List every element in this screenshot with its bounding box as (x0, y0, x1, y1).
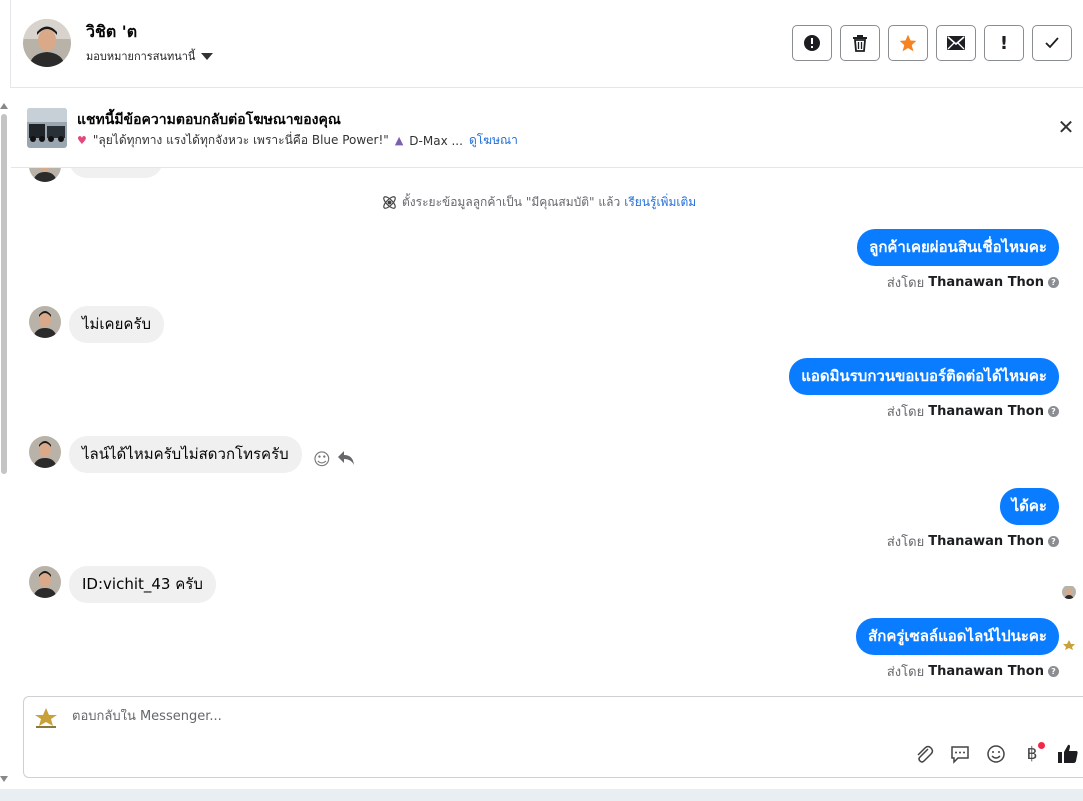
exclamation-icon: ! (999, 32, 1009, 54)
view-ad-link[interactable]: ดูโฆษณา (469, 131, 518, 150)
payment-icon[interactable]: ฿ (1021, 742, 1045, 765)
sent-by-agent: Thanawan Thon (928, 664, 1044, 679)
message-bubble-incoming[interactable] (69, 168, 163, 178)
atom-icon (383, 196, 396, 209)
message-bubble-outgoing[interactable]: สักครู่เซลล์แอดไลน์ไปนะคะ (856, 618, 1059, 655)
header-actions: ! (792, 25, 1072, 61)
message-bubble-outgoing[interactable]: ลูกค้าเคยผ่อนสินเชื่อไหมคะ (857, 229, 1059, 266)
mark-done-button[interactable] (1032, 25, 1072, 61)
sent-by-label: ส่งโดย Thanawan Thon ? (887, 661, 1059, 682)
bottom-strip (0, 789, 1083, 801)
sent-by-label: ส่งโดย Thanawan Thon ? (887, 401, 1059, 422)
message-bubble-outgoing[interactable]: แอดมินรบกวนขอเบอร์ติดต่อได้ไหมคะ (789, 358, 1059, 395)
ad-thumbnail[interactable] (27, 108, 67, 148)
mark-unread-button[interactable] (936, 25, 976, 61)
sent-by-agent: Thanawan Thon (928, 404, 1044, 419)
contact-avatar-small (29, 168, 61, 182)
contact-avatar-small (29, 566, 61, 598)
reply-composer: ฿ (23, 696, 1083, 778)
contact-avatar-small (29, 306, 61, 338)
reply-icon[interactable] (337, 450, 355, 470)
reply-input[interactable] (72, 709, 872, 724)
star-icon (899, 34, 917, 52)
scroll-up-arrow[interactable] (0, 103, 8, 109)
sent-by-label: ส่งโดย Thanawan Thon ? (887, 272, 1059, 293)
trash-icon (853, 35, 867, 52)
contact-name[interactable]: วิชิต 'ต (86, 20, 137, 45)
learn-more-link[interactable]: เรียนรู้เพิ่มเติม (624, 193, 696, 212)
star-button[interactable] (888, 25, 928, 61)
heart-icon: ♥ (77, 134, 87, 147)
ad-text: "ลุยได้ทุกทาง แรงได้ทุกจังหวะ เพราะนี่คื… (92, 133, 389, 147)
help-icon[interactable]: ? (1048, 666, 1059, 677)
message-bubble-incoming[interactable]: ไลน์ได้ไหมครับไม่สดวกโทรครับ (69, 436, 302, 473)
sent-by-label: ส่งโดย Thanawan Thon ? (887, 531, 1059, 552)
alert-circle-icon (804, 35, 820, 51)
scrollbar[interactable] (0, 100, 8, 790)
contact-avatar[interactable] (23, 19, 71, 67)
saved-replies-icon[interactable] (949, 743, 971, 765)
help-icon[interactable]: ? (1048, 277, 1059, 288)
sent-by-prefix: ส่งโดย (886, 276, 925, 291)
notification-dot (1038, 742, 1045, 749)
scroll-thumb[interactable] (1, 114, 7, 474)
assign-conversation-dropdown[interactable]: มอบหมายการสนทนานี้ (86, 47, 214, 65)
scroll-down-arrow[interactable] (0, 776, 8, 782)
system-note: ตั้งระยะข้อมูลลูกค้าเป็น "มีคุณสมบัติ" แ… (381, 193, 696, 212)
baht-icon: ฿ (1026, 744, 1038, 764)
sent-by-prefix: ส่งโดย (886, 665, 925, 680)
car-icon: ▲ (394, 134, 404, 147)
page-logo (32, 706, 60, 730)
seen-avatar (1062, 585, 1076, 599)
ad-reply-banner: แชทนี้มีข้อความตอบกลับต่อโฆษณาของคุณ ♥ "… (11, 88, 1083, 168)
attach-icon[interactable] (913, 743, 935, 765)
assign-label: มอบหมายการสนทนานี้ (86, 50, 196, 63)
delete-button[interactable] (840, 25, 880, 61)
help-icon[interactable]: ? (1048, 536, 1059, 547)
contact-avatar-small (29, 436, 61, 468)
thumbs-up-icon[interactable] (1057, 743, 1079, 765)
react-icon[interactable]: ☺ (313, 450, 331, 470)
sent-by-agent: Thanawan Thon (928, 534, 1044, 549)
emoji-icon[interactable] (985, 743, 1007, 765)
message-bubble-outgoing[interactable]: ได้คะ (999, 488, 1059, 525)
checkmark-icon (1045, 37, 1059, 49)
help-icon[interactable]: ? (1048, 406, 1059, 417)
message-bubble-incoming[interactable]: ไม่เคยครับ (69, 306, 164, 343)
close-icon[interactable]: ✕ (1057, 117, 1075, 137)
caret-down-icon (201, 52, 214, 60)
mail-icon (947, 36, 965, 50)
page-logo-small (1062, 636, 1076, 650)
sent-by-agent: Thanawan Thon (928, 275, 1044, 290)
inbox-conversation: วิชิต 'ต มอบหมายการสนทนานี้ ! แชทนี้มีข้… (0, 0, 1083, 801)
ad-suffix: D-Max ... (409, 133, 463, 148)
mark-spam-button[interactable] (792, 25, 832, 61)
system-note-text: ตั้งระยะข้อมูลลูกค้าเป็น "มีคุณสมบัติ" แ… (402, 195, 621, 209)
sent-by-prefix: ส่งโดย (886, 405, 925, 420)
ad-preview-line: ♥ "ลุยได้ทุกทาง แรงได้ทุกจังหวะ เพราะนี่… (77, 131, 518, 150)
conversation-header: วิชิต 'ต มอบหมายการสนทนานี้ ! (11, 0, 1083, 88)
follow-up-button[interactable]: ! (984, 25, 1024, 61)
message-thread[interactable]: ตั้งระยะข้อมูลลูกค้าเป็น "มีคุณสมบัติ" แ… (11, 168, 1083, 693)
composer-toolbar: ฿ (913, 742, 1079, 765)
message-bubble-incoming[interactable]: ID:vichit_43 ครับ (69, 566, 216, 603)
ad-banner-title: แชทนี้มีข้อความตอบกลับต่อโฆษณาของคุณ (77, 112, 341, 128)
sent-by-prefix: ส่งโดย (886, 535, 925, 550)
